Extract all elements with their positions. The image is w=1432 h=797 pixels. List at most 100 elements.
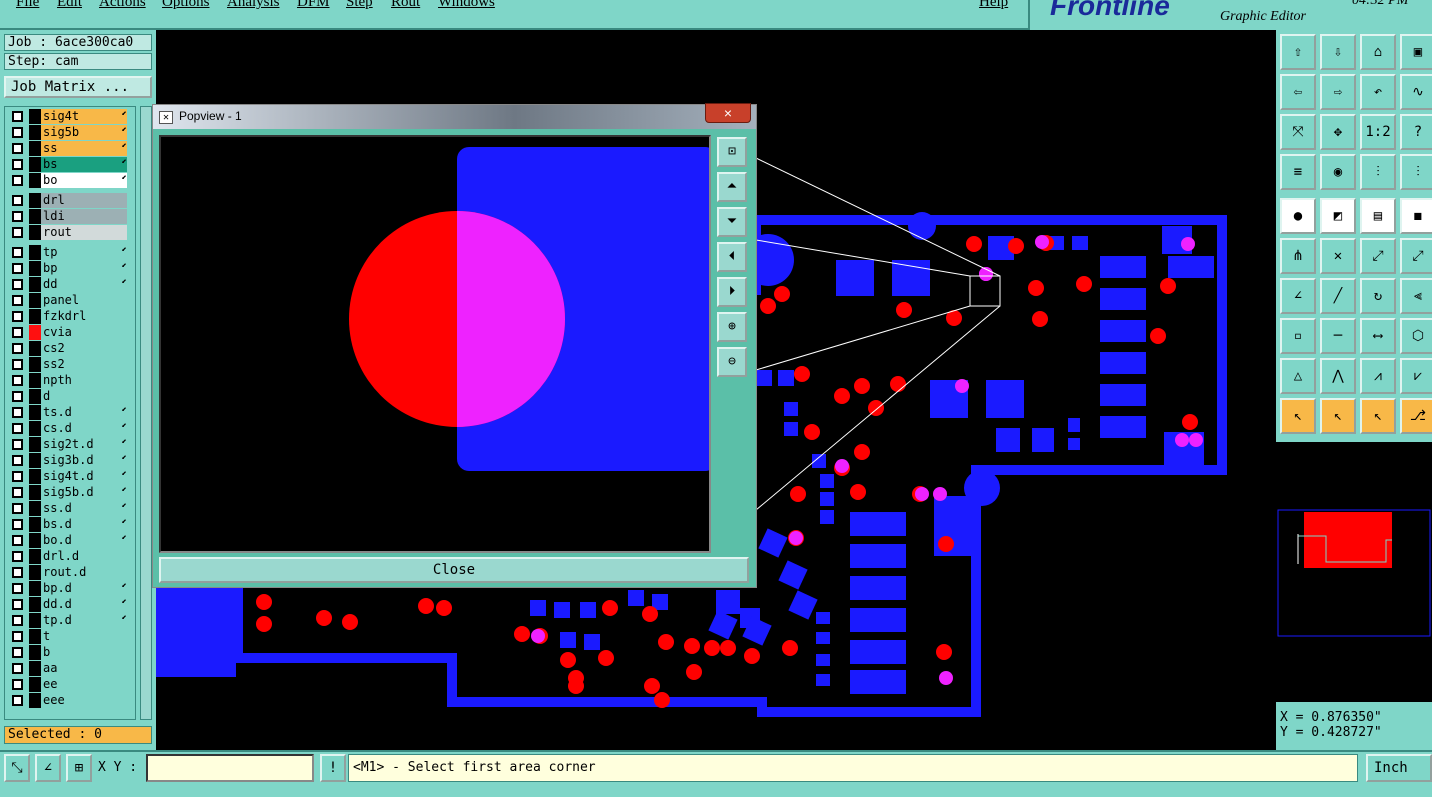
layer-checkbox[interactable]: [12, 227, 23, 238]
layer-color-swatch[interactable]: [29, 125, 41, 140]
select-icon[interactable]: ↖: [1280, 398, 1316, 434]
layer-row-fzkdrl[interactable]: fzkdrl: [7, 309, 131, 324]
layer-checkbox[interactable]: [12, 279, 23, 290]
zoom-out-icon[interactable]: ⊖: [717, 347, 747, 377]
layer-checkbox[interactable]: [12, 551, 23, 562]
home-icon[interactable]: ⌂: [1360, 34, 1396, 70]
units-select[interactable]: Inch: [1366, 754, 1432, 782]
layer-color-swatch[interactable]: [29, 261, 41, 276]
span-icon[interactable]: ⟷: [1360, 318, 1396, 354]
pan-left-icon[interactable]: ⏴: [717, 242, 747, 272]
layer-name[interactable]: sig4t: [41, 109, 127, 124]
layer-color-swatch[interactable]: [29, 693, 41, 708]
layer-row-ss[interactable]: ss ⬋: [7, 141, 131, 156]
layer-color-swatch[interactable]: [29, 421, 41, 436]
layer-name[interactable]: ss.d: [41, 501, 127, 516]
arch-icon[interactable]: ⩘: [1360, 358, 1396, 394]
layer-color-swatch[interactable]: [29, 405, 41, 420]
layer-name[interactable]: ss2: [41, 357, 127, 372]
mirror-icon[interactable]: ⫷: [1400, 278, 1432, 314]
layer-row-ee[interactable]: ee: [7, 677, 131, 692]
menu-options[interactable]: Options: [162, 0, 210, 11]
layer-row-b[interactable]: b: [7, 645, 131, 660]
layer-checkbox[interactable]: [12, 127, 23, 138]
layer-color-swatch[interactable]: [29, 581, 41, 596]
job-matrix-button[interactable]: Job Matrix ...: [4, 76, 152, 98]
layer-color-swatch[interactable]: [29, 629, 41, 644]
layer-name[interactable]: ss: [41, 141, 127, 156]
layer-row-dd-d[interactable]: dd.d ⬋: [7, 597, 131, 612]
layer-row-eee[interactable]: eee: [7, 693, 131, 708]
arch2-icon[interactable]: ⩗: [1400, 358, 1432, 394]
layer-name[interactable]: bs.d: [41, 517, 127, 532]
hline-icon[interactable]: ─: [1320, 318, 1356, 354]
select4-icon[interactable]: ⎇: [1400, 398, 1432, 434]
layer-row-bs[interactable]: bs ⬋: [7, 157, 131, 172]
layer-row-bp[interactable]: bp ⬋: [7, 261, 131, 276]
down-icon[interactable]: ⇩: [1320, 34, 1356, 70]
layer-row-rout-d[interactable]: rout.d: [7, 565, 131, 580]
cross-icon[interactable]: ✕: [1320, 238, 1356, 274]
layer-checkbox[interactable]: [12, 423, 23, 434]
layer-name[interactable]: dd: [41, 277, 127, 292]
layer-color-swatch[interactable]: [29, 389, 41, 404]
layer-checkbox[interactable]: [12, 343, 23, 354]
layer-name[interactable]: drl.d: [41, 549, 127, 564]
popview-canvas[interactable]: [159, 135, 711, 553]
layer-color-swatch[interactable]: [29, 225, 41, 240]
layer-name[interactable]: rout.d: [41, 565, 127, 580]
menu-rout[interactable]: Rout: [391, 0, 420, 11]
popview-titlebar[interactable]: ✕ Popview - 1 ×: [153, 103, 756, 129]
grid-icon[interactable]: ▣: [1400, 34, 1432, 70]
layer-row-sig5b[interactable]: sig5b ⬋: [7, 125, 131, 140]
layer-color-swatch[interactable]: [29, 157, 41, 172]
layer-color-swatch[interactable]: [29, 373, 41, 388]
layer-checkbox[interactable]: [12, 295, 23, 306]
layer-checkbox[interactable]: [12, 375, 23, 386]
right-icon[interactable]: ⇨: [1320, 74, 1356, 110]
layer-checkbox[interactable]: [12, 455, 23, 466]
menu-windows[interactable]: Windows: [438, 0, 495, 11]
layer-color-swatch[interactable]: [29, 293, 41, 308]
layer-checkbox[interactable]: [12, 679, 23, 690]
shape-icon[interactable]: ⬡: [1400, 318, 1432, 354]
select2-icon[interactable]: ↖: [1320, 398, 1356, 434]
layer-row-cs-d[interactable]: cs.d ⬋: [7, 421, 131, 436]
angle-icon[interactable]: ∠: [1280, 278, 1316, 314]
layer-name[interactable]: bs: [41, 157, 127, 172]
undo-icon[interactable]: ↶: [1360, 74, 1396, 110]
left-icon[interactable]: ⇦: [1280, 74, 1316, 110]
layer-name[interactable]: panel: [41, 293, 127, 308]
layer-checkbox[interactable]: [12, 615, 23, 626]
layer-row-ldi[interactable]: ldi: [7, 209, 131, 224]
layer-checkbox[interactable]: [12, 175, 23, 186]
layer-color-swatch[interactable]: [29, 109, 41, 124]
fit-icon[interactable]: ⤧: [1280, 114, 1316, 150]
layer-checkbox[interactable]: [12, 487, 23, 498]
layer-row-drl[interactable]: drl: [7, 193, 131, 208]
layer-color-swatch[interactable]: [29, 597, 41, 612]
layer-checkbox[interactable]: [12, 111, 23, 122]
box-icon[interactable]: ▫: [1280, 318, 1316, 354]
rotate-icon[interactable]: ↻: [1360, 278, 1396, 314]
layer-name[interactable]: sig2t.d: [41, 437, 127, 452]
overview-map[interactable]: [1276, 440, 1432, 702]
layer-color-swatch[interactable]: [29, 533, 41, 548]
layer-name[interactable]: ee: [41, 677, 127, 692]
layer-name[interactable]: bo.d: [41, 533, 127, 548]
layer-color-swatch[interactable]: [29, 341, 41, 356]
layer-checkbox[interactable]: [12, 263, 23, 274]
layer-checkbox[interactable]: [12, 519, 23, 530]
layer-row-sig4t-d[interactable]: sig4t.d ⬋: [7, 469, 131, 484]
menu-file[interactable]: File: [16, 0, 39, 11]
layer-color-swatch[interactable]: [29, 661, 41, 676]
move2-icon[interactable]: ⤢: [1400, 238, 1432, 274]
layer-name[interactable]: b: [41, 645, 127, 660]
layer-checkbox[interactable]: [12, 327, 23, 338]
select3-icon[interactable]: ↖: [1360, 398, 1396, 434]
layer-name[interactable]: sig4t.d: [41, 469, 127, 484]
layer-name[interactable]: bo: [41, 173, 127, 188]
layer-name[interactable]: sig5b: [41, 125, 127, 140]
pad-icon[interactable]: ◼: [1400, 198, 1432, 234]
layer-checkbox[interactable]: [12, 407, 23, 418]
